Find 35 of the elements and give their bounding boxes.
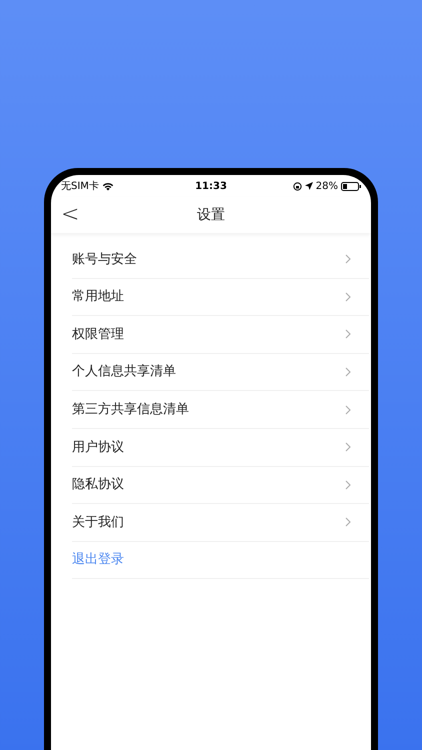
clock-text: 11:33 — [195, 180, 227, 194]
chevron-right-icon — [345, 404, 351, 415]
row-label: 用户协议 — [72, 438, 124, 457]
carrier-text: 无SIM卡 — [61, 180, 99, 194]
settings-row[interactable]: 用户协议 — [72, 428, 369, 467]
settings-row[interactable]: 隐私协议 — [72, 466, 369, 504]
row-label: 权限管理 — [72, 326, 124, 344]
settings-row[interactable]: 退出登录 — [72, 542, 369, 580]
battery-percent: 28% — [316, 180, 338, 194]
settings-row[interactable]: 个人信息共享清单 — [72, 354, 369, 392]
settings-row[interactable]: 第三方共享信息清单 — [72, 391, 369, 429]
settings-row[interactable]: 账号与安全 — [72, 241, 369, 279]
chevron-right-icon — [345, 367, 351, 378]
page-title: 设置 — [197, 206, 225, 224]
row-label: 隐私协议 — [72, 476, 124, 494]
row-label: 退出登录 — [72, 551, 124, 570]
chevron-right-icon — [345, 329, 351, 340]
lock-rotation-icon — [292, 182, 302, 190]
chevron-right-icon — [345, 442, 351, 452]
chevron-right-icon — [345, 292, 351, 302]
row-label: 常用地址 — [72, 288, 124, 306]
chevron-right-icon — [345, 480, 351, 490]
row-label: 第三方共享信息清单 — [72, 400, 189, 419]
settings-row[interactable]: 关于我们 — [72, 504, 369, 542]
row-label: 账号与安全 — [72, 250, 137, 269]
location-arrow-icon — [304, 182, 313, 190]
chevron-right-icon — [345, 517, 351, 528]
row-label: 关于我们 — [72, 514, 124, 532]
wifi-icon — [102, 182, 114, 190]
row-label: 个人信息共享清单 — [72, 363, 176, 382]
settings-row[interactable]: 常用地址 — [72, 278, 369, 316]
chevron-right-icon — [345, 254, 351, 264]
battery-icon — [341, 182, 361, 190]
back-button[interactable]: < — [61, 204, 80, 226]
settings-row[interactable]: 权限管理 — [72, 316, 369, 354]
